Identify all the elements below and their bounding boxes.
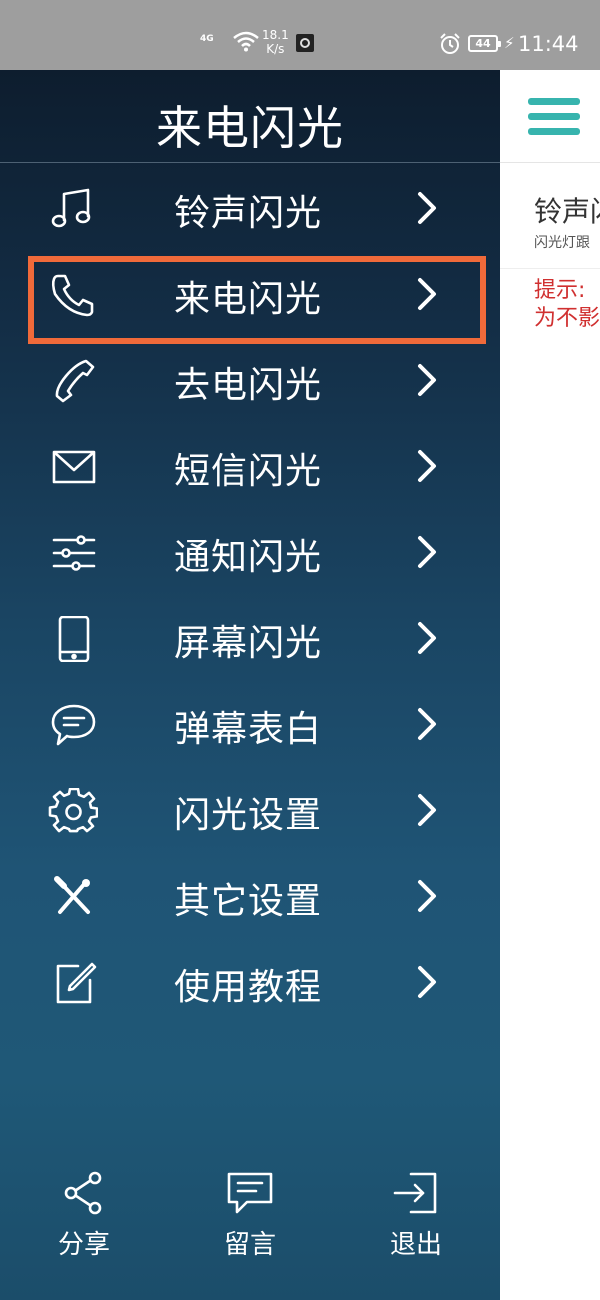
menu-item-sms-flash[interactable]: 短信闪光 [0,424,500,510]
envelope-icon [48,444,98,490]
gear-icon [48,788,98,834]
menu-item-incoming-call-flash[interactable]: 来电闪光 [0,252,500,338]
music-note-icon [48,186,98,232]
chevron-right-icon [412,274,442,314]
comment-icon [200,1170,300,1216]
menu-item-tutorial[interactable]: 使用教程 [0,940,500,1026]
share-button[interactable]: 分享 [34,1170,134,1260]
menu-item-notification-flash[interactable]: 通知闪光 [0,510,500,596]
menu-label: 去电闪光 [174,365,323,406]
chevron-right-icon [412,532,442,572]
menu-label: 弹幕表白 [174,709,323,750]
drawer-title: 来电闪光 [156,101,344,155]
menu-item-flash-settings[interactable]: 闪光设置 [0,768,500,854]
record-icon [296,34,314,52]
status-bar: 4G 18.1 K/s 44 ⚡ 11:44 [0,0,600,70]
chevron-right-icon [412,876,442,916]
chevron-right-icon [412,962,442,1002]
content-title: 铃声闪 [534,195,600,228]
menu-item-screen-flash[interactable]: 屏幕闪光 [0,596,500,682]
network-speed-unit: K/s [266,42,285,56]
exit-label: 退出 [389,1230,442,1260]
message-button[interactable]: 留言 [200,1170,300,1260]
chat-bubble-icon [48,702,98,748]
sliders-icon [48,530,98,576]
tip-line-1: 提示: [534,278,586,303]
drawer-divider [0,162,500,163]
chevron-right-icon [412,704,442,744]
menu-item-danmaku-confession[interactable]: 弹幕表白 [0,682,500,768]
tools-icon [48,874,98,920]
menu-item-other-settings[interactable]: 其它设置 [0,854,500,940]
menu-label: 短信闪光 [174,451,323,492]
content-divider [500,268,600,269]
network-type: 4G [200,34,214,44]
alarm-icon [438,32,462,56]
menu-label: 其它设置 [174,881,323,922]
menu-icon[interactable] [528,98,580,136]
handset-icon [48,358,98,404]
tip-line-2: 为不影 [534,306,600,331]
wifi-icon [232,30,260,52]
menu-label: 屏幕闪光 [174,623,323,664]
network-speed-value: 18.1 [262,28,289,42]
chevron-right-icon [412,618,442,658]
chevron-right-icon [412,446,442,486]
smartphone-icon [48,616,98,662]
menu-label: 铃声闪光 [174,193,323,234]
menu-label: 通知闪光 [174,537,323,578]
menu-label: 使用教程 [174,967,323,1008]
exit-button[interactable]: 退出 [366,1170,466,1260]
content-page: 铃声闪 闪光灯跟 提示: 为不影 [500,70,600,1300]
menu-label: 闪光设置 [174,795,323,836]
share-label: 分享 [57,1230,110,1260]
charging-icon: ⚡ [504,34,515,52]
battery-icon: 44 [468,35,501,52]
chevron-right-icon [412,188,442,228]
network-speed: 18.1 K/s [262,28,289,56]
content-divider [500,162,600,163]
edit-icon [48,960,98,1006]
chevron-right-icon [412,790,442,830]
content-subtitle: 闪光灯跟 [534,235,590,251]
message-label: 留言 [223,1230,276,1260]
menu-item-outgoing-call-flash[interactable]: 去电闪光 [0,338,500,424]
exit-icon [366,1170,466,1216]
content-tip: 提示: 为不影 [534,277,600,333]
phone-icon [48,272,98,318]
menu-label: 来电闪光 [174,279,323,320]
chevron-right-icon [412,360,442,400]
navigation-drawer: 来电闪光 铃声闪光 来电闪光 去电闪光 短信闪光 通知闪光 屏幕闪光 弹幕表白 … [0,70,500,1300]
menu-item-ringtone-flash[interactable]: 铃声闪光 [0,166,500,252]
share-icon [34,1170,134,1216]
clock: 11:44 [518,32,579,56]
